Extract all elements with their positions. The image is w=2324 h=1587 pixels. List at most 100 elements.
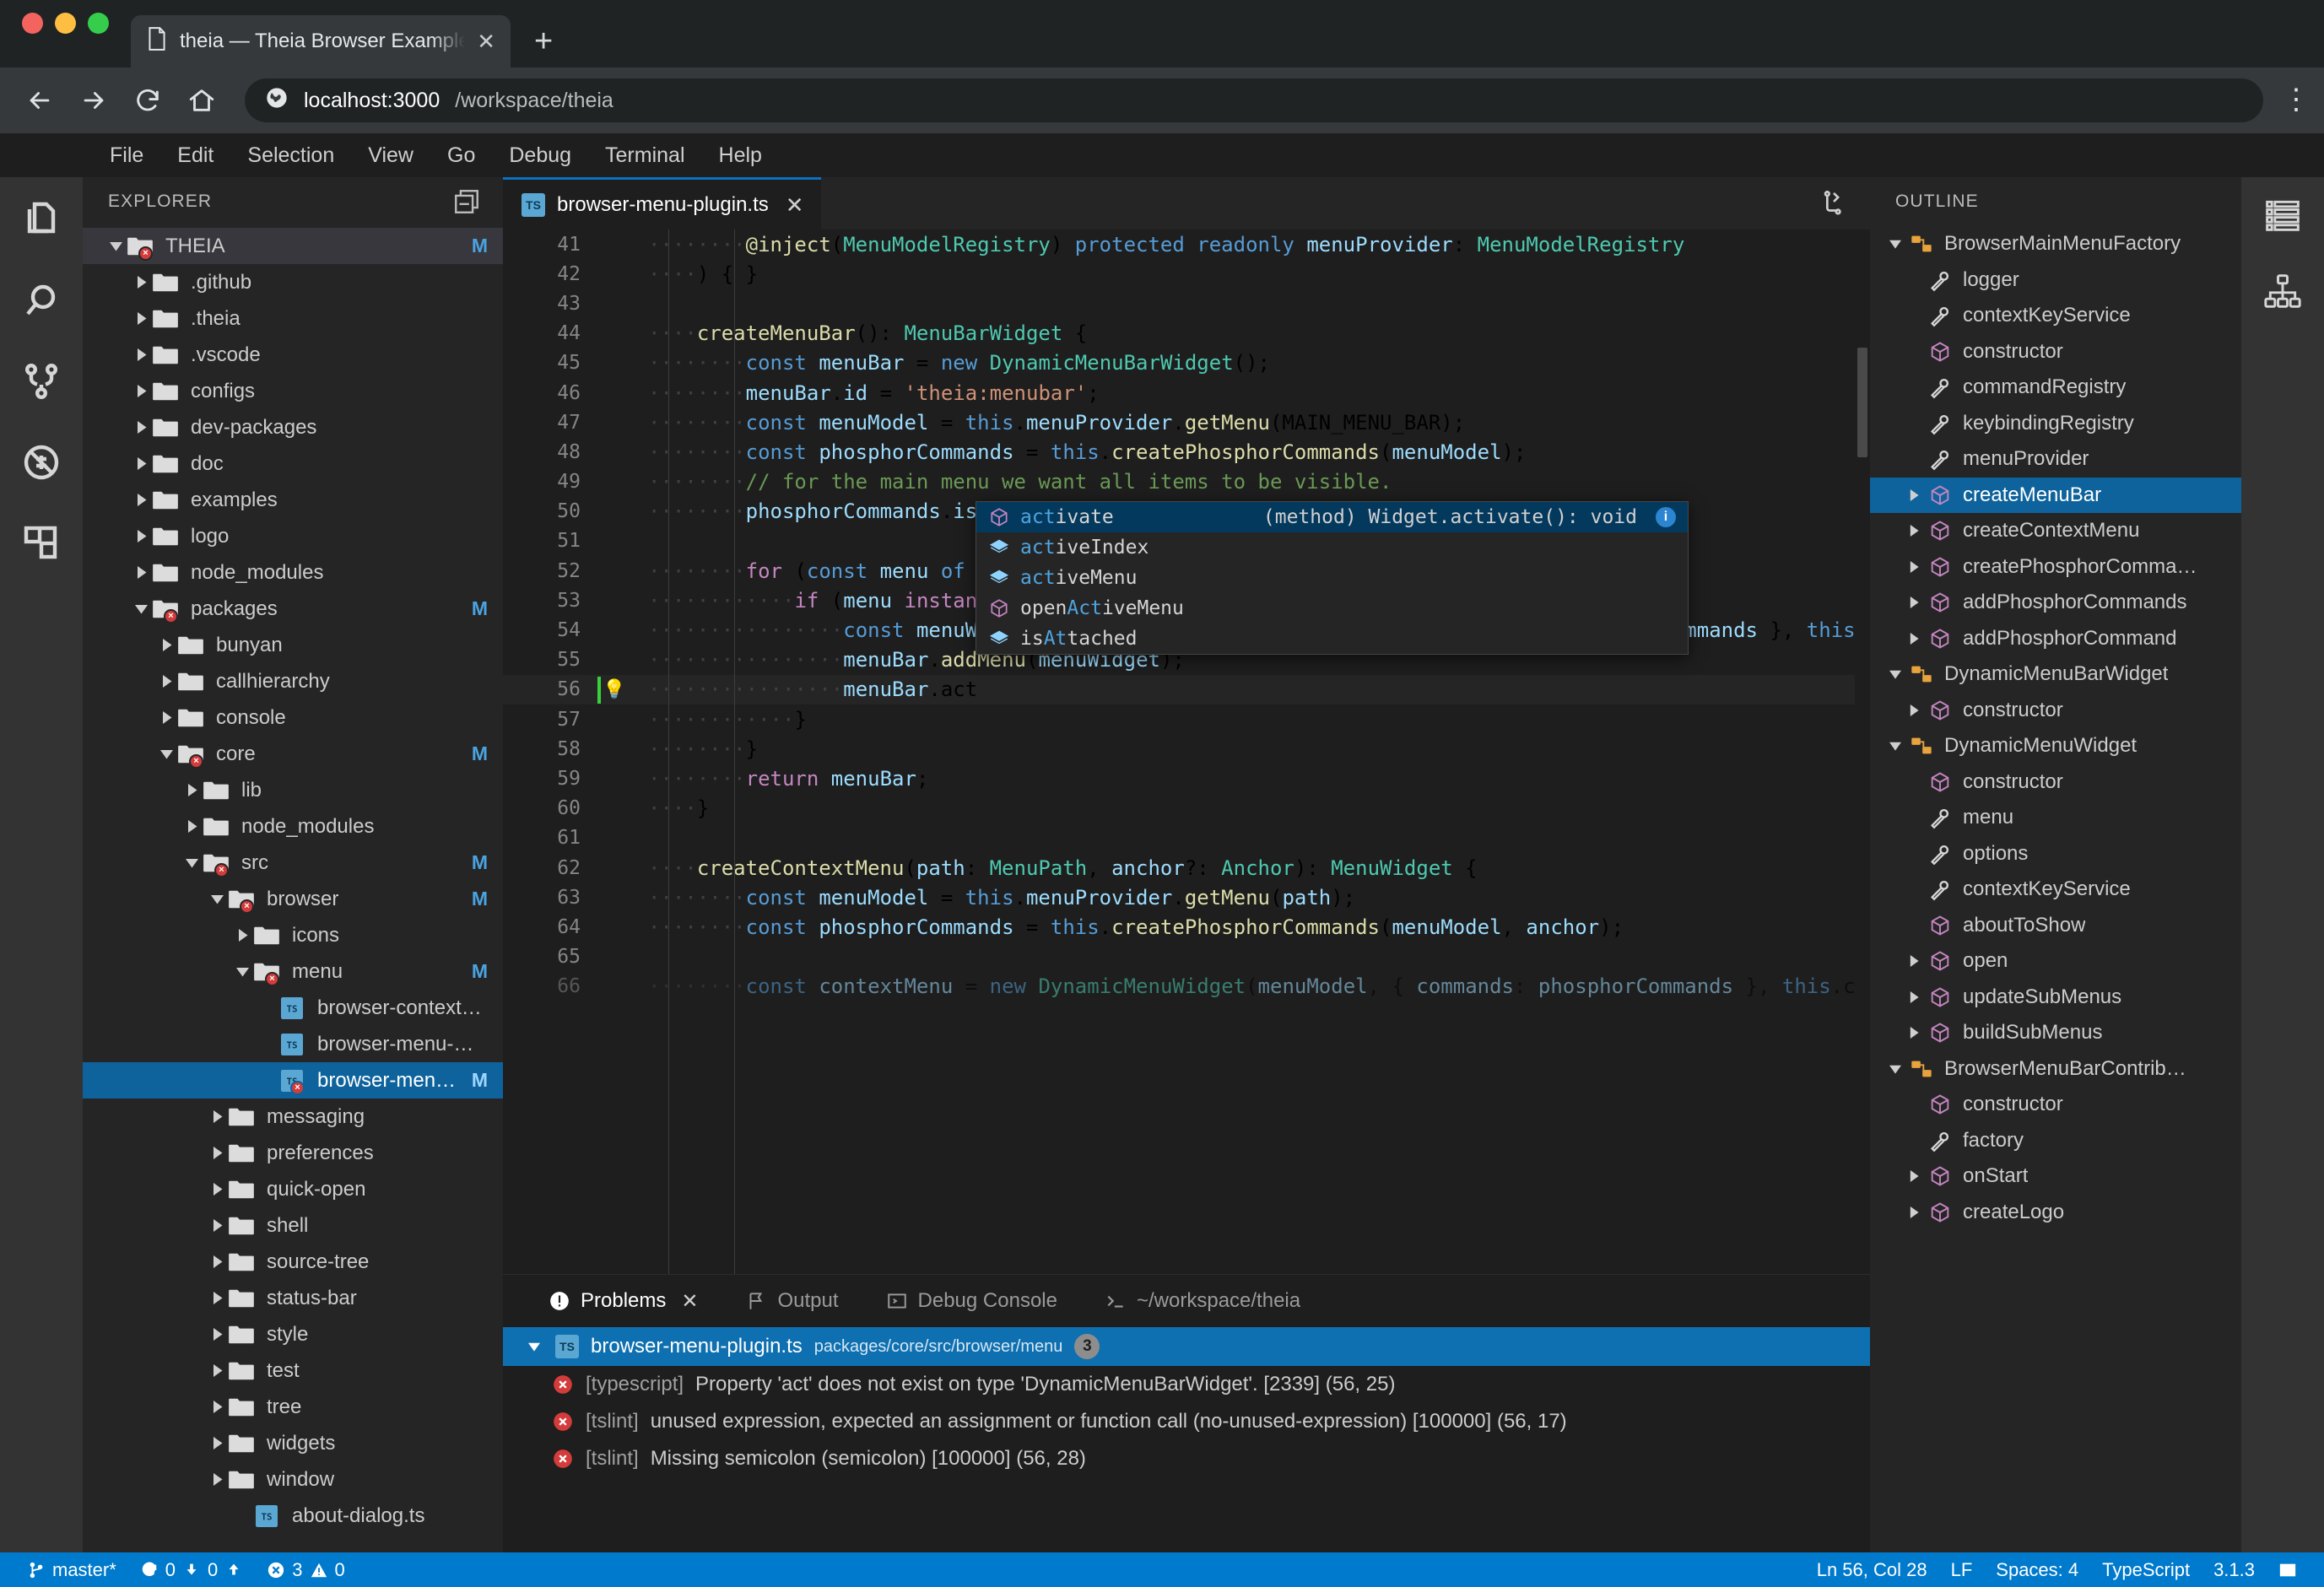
- outline-item[interactable]: updateSubMenus: [1870, 980, 2241, 1016]
- chevron-right-icon[interactable]: [206, 1433, 228, 1455]
- outline-item[interactable]: createMenuBar: [1870, 477, 2241, 513]
- close-icon[interactable]: ✕: [781, 194, 804, 216]
- chevron-down-icon[interactable]: [105, 235, 127, 257]
- problem-row[interactable]: [tslint] unused expression, expected an a…: [503, 1403, 1870, 1440]
- forward-button[interactable]: [76, 83, 111, 118]
- file-tree-item[interactable]: × core M: [83, 736, 503, 772]
- chevron-down-icon[interactable]: [1884, 740, 1907, 752]
- chevron-right-icon[interactable]: [130, 453, 152, 475]
- outline-item[interactable]: addPhosphorCommand: [1870, 621, 2241, 657]
- code-line[interactable]: 45 ········const menuBar = new DynamicMen…: [503, 348, 1870, 378]
- status-indentation[interactable]: Spaces: 4: [1984, 1559, 2090, 1581]
- status-sync[interactable]: 0 0: [128, 1559, 256, 1581]
- chevron-right-icon[interactable]: [1902, 525, 1926, 537]
- editor-scrollbar[interactable]: [1855, 229, 1870, 1274]
- chevron-right-icon[interactable]: [1902, 560, 1926, 573]
- file-tree-item[interactable]: shell: [83, 1207, 503, 1244]
- chevron-right-icon[interactable]: [206, 1179, 228, 1201]
- code-line[interactable]: 47 ········const menuModel = this.menuPro…: [503, 408, 1870, 437]
- chevron-right-icon[interactable]: [130, 308, 152, 330]
- outline-item[interactable]: constructor: [1870, 693, 2241, 729]
- chevron-right-icon[interactable]: [155, 707, 177, 729]
- menu-item-view[interactable]: View: [351, 143, 430, 168]
- code-line[interactable]: 44 ····createMenuBar(): MenuBarWidget {: [503, 319, 1870, 348]
- close-icon[interactable]: ✕: [676, 1289, 698, 1314]
- file-tree-item[interactable]: lib: [83, 772, 503, 808]
- outline-item[interactable]: onStart: [1870, 1158, 2241, 1195]
- chevron-right-icon[interactable]: [206, 1251, 228, 1273]
- file-tree-item[interactable]: × packages M: [83, 591, 503, 627]
- chevron-right-icon[interactable]: [130, 272, 152, 294]
- status-version[interactable]: 3.1.3: [2202, 1559, 2267, 1581]
- home-button[interactable]: [184, 83, 219, 118]
- code-line[interactable]: 61: [503, 823, 1870, 853]
- autocomplete-item[interactable]: activate (method) Widget.activate(): void…: [976, 502, 1688, 532]
- outline-item[interactable]: DynamicMenuBarWidget: [1870, 656, 2241, 693]
- outline-list[interactable]: BrowserMainMenuFactory logger contextKeySe…: [1870, 226, 2241, 1552]
- menu-item-help[interactable]: Help: [702, 143, 779, 168]
- info-icon[interactable]: i: [1656, 507, 1676, 527]
- chevron-down-icon[interactable]: [231, 961, 253, 983]
- chevron-right-icon[interactable]: [130, 562, 152, 584]
- status-problems[interactable]: 3 0: [255, 1559, 357, 1581]
- chevron-down-icon[interactable]: [155, 743, 177, 765]
- outline-item[interactable]: aboutToShow: [1870, 908, 2241, 944]
- tab-problems[interactable]: Problems ✕: [525, 1289, 722, 1314]
- problems-file-group[interactable]: TS browser-menu-plugin.ts packages/core/…: [503, 1327, 1870, 1366]
- collapse-all-icon[interactable]: [452, 187, 481, 216]
- outline-item[interactable]: BrowserMenuBarContrib…: [1870, 1051, 2241, 1088]
- outline-item[interactable]: contextKeyService: [1870, 298, 2241, 334]
- chevron-right-icon[interactable]: [1902, 489, 1926, 501]
- code-line[interactable]: 63 ········const menuModel = this.menuPro…: [503, 883, 1870, 912]
- outline-item[interactable]: keybindingRegistry: [1870, 406, 2241, 442]
- chevron-right-icon[interactable]: [1902, 991, 1926, 1003]
- chevron-right-icon[interactable]: [206, 1469, 228, 1491]
- file-tree-item[interactable]: icons: [83, 917, 503, 953]
- chevron-right-icon[interactable]: [1902, 704, 1926, 716]
- chevron-right-icon[interactable]: [130, 489, 152, 511]
- code-line[interactable]: 59 ········return menuBar;: [503, 764, 1870, 793]
- file-tree-item[interactable]: × menu M: [83, 953, 503, 990]
- file-tree-item[interactable]: TS browser-context-menu-r…: [83, 990, 503, 1026]
- code-line[interactable]: 43: [503, 289, 1870, 318]
- chevron-down-icon[interactable]: [1884, 1063, 1907, 1075]
- autocomplete-popup[interactable]: activate (method) Widget.activate(): void…: [976, 501, 1689, 655]
- chevron-right-icon[interactable]: [155, 634, 177, 656]
- code-viewport[interactable]: 41 ········@inject(MenuModelRegistry) pro…: [503, 229, 1870, 1274]
- code-line[interactable]: 65: [503, 942, 1870, 972]
- file-tree-item[interactable]: .theia: [83, 300, 503, 337]
- chevron-down-icon[interactable]: [525, 1335, 543, 1358]
- menu-item-selection[interactable]: Selection: [230, 143, 351, 168]
- menu-item-debug[interactable]: Debug: [492, 143, 588, 168]
- code-line[interactable]: 60 ····}: [503, 794, 1870, 823]
- chevron-right-icon[interactable]: [206, 1287, 228, 1309]
- chevron-right-icon[interactable]: [1902, 1206, 1926, 1218]
- code-line[interactable]: 62 ····createContextMenu(path: MenuPath, …: [503, 853, 1870, 883]
- outline-item[interactable]: open: [1870, 943, 2241, 980]
- status-cursor-position[interactable]: Ln 56, Col 28: [1805, 1559, 1939, 1581]
- autocomplete-item[interactable]: activeMenu: [976, 563, 1688, 593]
- status-language[interactable]: TypeScript: [2090, 1559, 2202, 1581]
- outline-item[interactable]: createLogo: [1870, 1195, 2241, 1231]
- outline-item[interactable]: buildSubMenus: [1870, 1015, 2241, 1051]
- file-tree-item[interactable]: .github: [83, 264, 503, 300]
- chevron-right-icon[interactable]: [181, 816, 203, 838]
- menu-item-terminal[interactable]: Terminal: [588, 143, 701, 168]
- status-branch[interactable]: master*: [15, 1559, 128, 1581]
- editor-tab-browser-menu-plugin[interactable]: TS browser-menu-plugin.ts ✕: [503, 177, 821, 229]
- tab-debug-console[interactable]: Debug Console: [862, 1289, 1081, 1313]
- file-tree[interactable]: × THEIA M .github .theia .vscode configs dev-pa…: [83, 226, 503, 1552]
- chevron-right-icon[interactable]: [130, 381, 152, 402]
- status-eol[interactable]: LF: [1939, 1559, 1985, 1581]
- file-tree-item[interactable]: console: [83, 699, 503, 736]
- problem-row[interactable]: [typescript] Property 'act' does not exis…: [503, 1366, 1870, 1403]
- chevron-right-icon[interactable]: [206, 1360, 228, 1382]
- outline-item[interactable]: contextKeyService: [1870, 872, 2241, 908]
- chevron-right-icon[interactable]: [1902, 596, 1926, 609]
- outline-list-icon[interactable]: [2264, 196, 2301, 237]
- close-icon[interactable]: ✕: [477, 30, 495, 52]
- file-tree-item[interactable]: test: [83, 1352, 503, 1389]
- file-tree-item[interactable]: node_modules: [83, 554, 503, 591]
- chevron-right-icon[interactable]: [206, 1106, 228, 1128]
- minimize-window-button[interactable]: [55, 12, 76, 34]
